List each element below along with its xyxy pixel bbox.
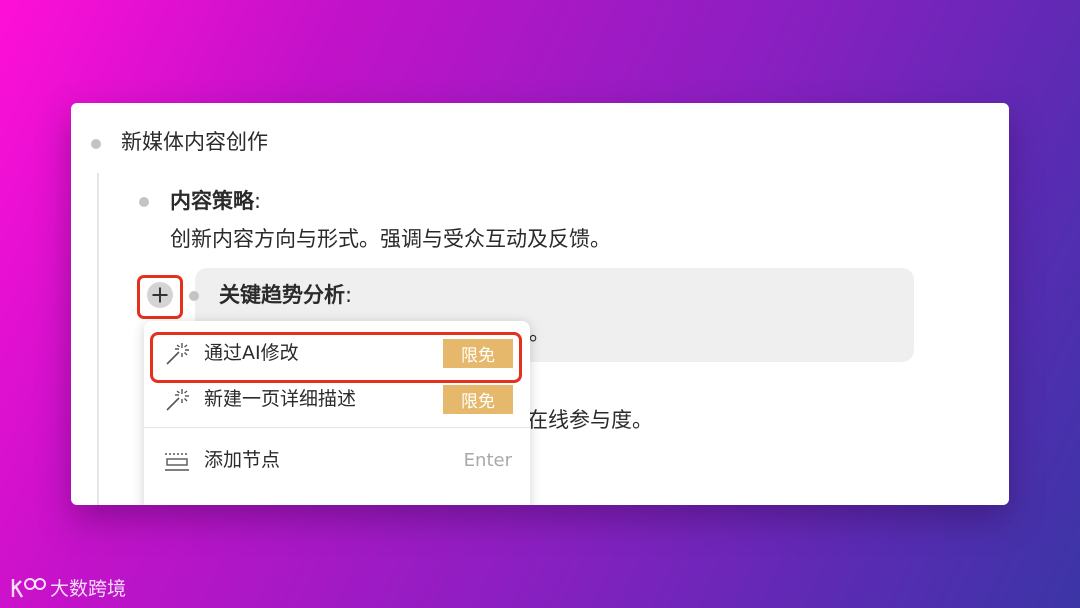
trend-analysis-bullet[interactable]	[189, 291, 199, 301]
trend-analysis-title: 关键趋势分析	[219, 283, 345, 307]
menu-divider	[144, 427, 530, 428]
shortcut-hint: Enter	[463, 450, 512, 471]
plus-button-highlight-box	[137, 275, 183, 319]
add-node-icon	[165, 453, 189, 471]
watermark: 大数跨境	[10, 573, 126, 601]
next-node-body-partial[interactable]: 在线参与度。	[527, 408, 653, 433]
menu-item-label: 新建一页详细描述	[204, 388, 357, 410]
ai-modify-highlight-box	[150, 332, 522, 383]
watermark-text: 大数跨境	[50, 577, 127, 600]
content-strategy-body[interactable]: 创新内容方向与形式。强调与受众互动及反馈。	[170, 227, 611, 252]
root-bullet[interactable]	[91, 139, 101, 149]
content-strategy-title: 内容策略	[170, 189, 254, 213]
menu-item-add-node[interactable]: 添加节点 Enter	[144, 439, 530, 483]
content-strategy-bullet[interactable]	[139, 197, 149, 207]
menu-item-label: 添加节点	[204, 449, 281, 471]
brand-logo-icon	[11, 578, 46, 598]
content-strategy-title-line[interactable]: 内容策略:	[170, 189, 261, 214]
menu-item-new-page-description[interactable]: 新建一页详细描述 限免	[144, 378, 530, 422]
trend-analysis-title-line[interactable]: 关键趋势分析:	[219, 283, 352, 308]
free-badge: 限免	[443, 385, 513, 414]
content-strategy-colon: :	[254, 189, 262, 213]
mindmap-outline-card: 新媒体内容创作 内容策略: 创新内容方向与形式。强调与受众互动及反馈。 关键趋势…	[71, 103, 1009, 505]
trend-analysis-colon: :	[345, 283, 353, 307]
outline-guide-line	[97, 173, 99, 505]
root-node-text[interactable]: 新媒体内容创作	[121, 130, 268, 155]
magic-wand-icon	[166, 389, 189, 411]
